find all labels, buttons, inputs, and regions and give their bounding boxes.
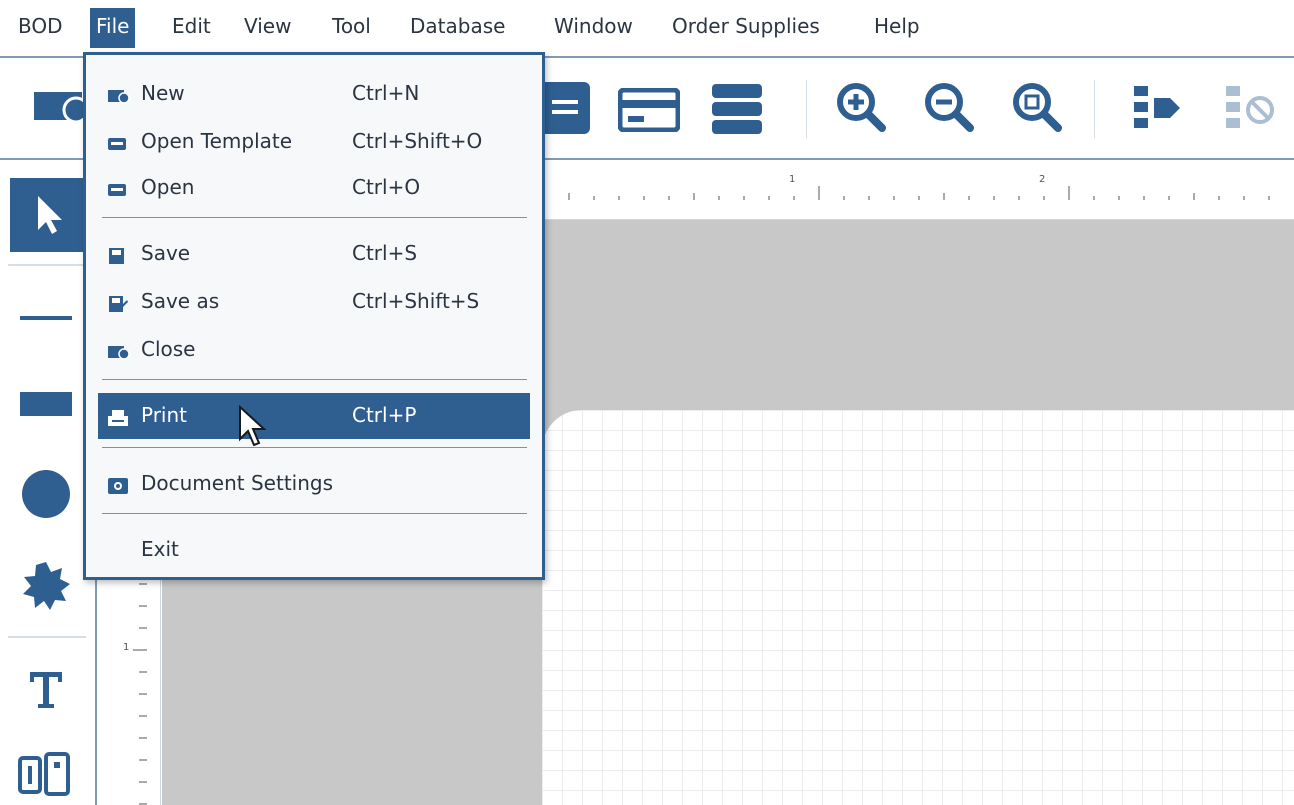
select-tool-button[interactable] xyxy=(10,178,84,252)
menu-item-new[interactable]: New Ctrl+N xyxy=(98,71,530,117)
save-icon xyxy=(108,245,128,264)
tool-separator xyxy=(8,264,86,266)
menu-separator xyxy=(102,379,527,380)
menu-item-label: Document Settings xyxy=(141,471,334,495)
menu-item-save[interactable]: Save Ctrl+S xyxy=(98,231,530,277)
menu-item-open[interactable]: Open Ctrl+O xyxy=(98,165,530,211)
print-icon xyxy=(108,407,128,426)
zoom-in-icon[interactable] xyxy=(836,82,888,138)
menu-item-shortcut: Ctrl+Shift+S xyxy=(352,289,480,313)
counter-icon xyxy=(18,752,70,796)
card-icon[interactable] xyxy=(617,87,681,136)
menu-item-shortcut: Ctrl+N xyxy=(352,81,420,105)
menu-bod[interactable]: BOD xyxy=(12,8,69,48)
menu-bar: BOD File Edit View Tool Database Window … xyxy=(0,0,1294,56)
mouse-cursor-icon xyxy=(238,404,270,457)
menu-item-label: Save xyxy=(141,241,191,265)
menu-order-supplies[interactable]: Order Supplies xyxy=(666,8,826,48)
zoom-fit-icon[interactable] xyxy=(1012,82,1064,138)
ellipse-tool-button[interactable] xyxy=(18,466,74,522)
ruler-mark-1: 1 xyxy=(789,174,796,185)
ruler-mark-2: 2 xyxy=(1039,174,1046,185)
document-settings-icon xyxy=(108,475,128,494)
zoom-out-icon[interactable] xyxy=(924,82,976,138)
text-t-icon xyxy=(30,672,62,708)
toolbar-separator xyxy=(806,80,807,138)
menu-item-shortcut: Ctrl+P xyxy=(352,403,417,427)
menu-item-close[interactable]: Close xyxy=(98,327,530,373)
menu-item-open-template[interactable]: Open Template Ctrl+Shift+O xyxy=(98,119,530,165)
menu-database[interactable]: Database xyxy=(404,8,511,48)
starburst-icon xyxy=(23,562,70,610)
menu-item-label: Print xyxy=(141,403,188,427)
menu-item-shortcut: Ctrl+S xyxy=(352,241,418,265)
menu-item-label: Open Template xyxy=(141,129,293,153)
pointer-arrow-icon xyxy=(38,196,62,234)
database-icon[interactable] xyxy=(712,84,762,138)
connect-printer-icon[interactable] xyxy=(1134,86,1184,134)
rectangle-tool-button[interactable] xyxy=(18,376,74,432)
menu-item-save-as[interactable]: Save as Ctrl+Shift+S xyxy=(98,279,530,325)
disconnect-printer-icon[interactable] xyxy=(1226,86,1276,134)
menu-help[interactable]: Help xyxy=(868,8,926,48)
menu-item-label: Save as xyxy=(141,289,220,313)
circle-icon xyxy=(22,470,70,518)
menu-item-print[interactable]: Print Ctrl+P xyxy=(98,393,530,439)
open-template-icon xyxy=(108,133,128,150)
new-label-icon[interactable] xyxy=(34,90,90,128)
menu-item-label: Close xyxy=(141,337,196,361)
vruler-mark-1: 1 xyxy=(123,642,130,653)
menu-item-label: Open xyxy=(141,175,195,199)
menu-tool[interactable]: Tool xyxy=(326,8,377,48)
counter-tool-button[interactable] xyxy=(16,750,76,800)
file-menu-dropdown: New Ctrl+N Open Template Ctrl+Shift+O Op… xyxy=(83,52,545,580)
text-tool-button[interactable] xyxy=(18,660,74,716)
new-label-icon xyxy=(108,85,130,104)
menu-separator xyxy=(102,217,527,218)
polygon-tool-button[interactable] xyxy=(18,558,74,614)
toolbar-separator xyxy=(1094,80,1095,138)
rectangle-icon xyxy=(20,392,72,416)
menu-item-label: Exit xyxy=(141,537,179,561)
open-icon xyxy=(108,179,128,196)
close-file-icon xyxy=(108,341,130,360)
menu-item-shortcut: Ctrl+Shift+O xyxy=(352,129,483,153)
menu-item-exit[interactable]: Exit xyxy=(98,527,530,573)
line-icon xyxy=(20,316,72,320)
text-list-icon[interactable] xyxy=(540,82,590,138)
menu-edit[interactable]: Edit xyxy=(166,8,217,48)
menu-item-document-settings[interactable]: Document Settings xyxy=(98,461,530,507)
menu-item-label: New xyxy=(141,81,185,105)
menu-view[interactable]: View xyxy=(238,8,297,48)
label-area[interactable] xyxy=(542,410,1294,805)
menu-separator xyxy=(102,447,527,448)
menu-separator xyxy=(102,513,527,514)
menu-window[interactable]: Window xyxy=(548,8,639,48)
save-as-icon xyxy=(108,293,128,312)
line-tool-button[interactable] xyxy=(18,290,74,346)
menu-item-shortcut: Ctrl+O xyxy=(352,175,421,199)
tool-separator xyxy=(8,636,86,638)
menu-file[interactable]: File xyxy=(90,8,136,48)
